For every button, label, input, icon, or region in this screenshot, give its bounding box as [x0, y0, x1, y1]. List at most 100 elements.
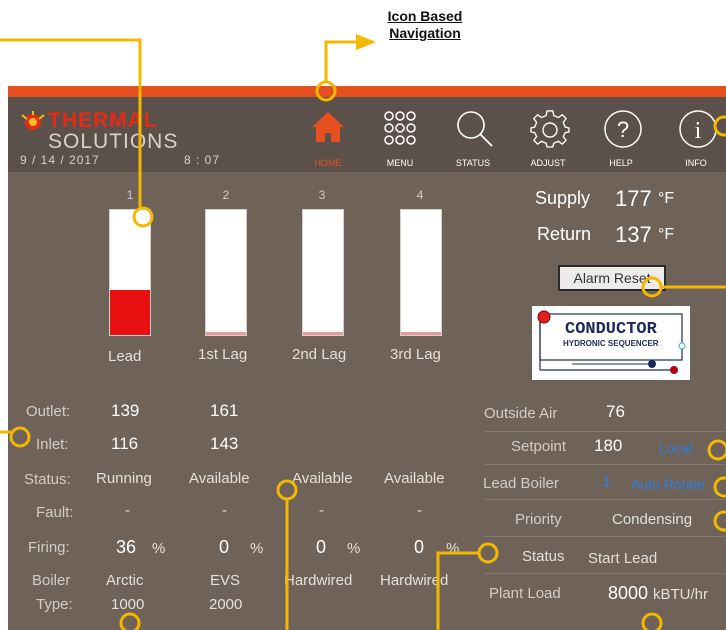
percent-sign: % — [347, 540, 361, 557]
nav-help-button[interactable]: ? HELP — [586, 97, 656, 172]
divider — [484, 499, 726, 500]
nav-status-button[interactable]: STATUS — [438, 97, 508, 172]
callout-line — [324, 40, 356, 82]
divider — [484, 573, 726, 574]
outlet-temp: 161 — [210, 401, 239, 420]
plant-load-label: Plant Load — [489, 585, 561, 602]
boiler-status: Available — [189, 470, 250, 487]
boiler-status: Available — [292, 470, 353, 487]
gear-icon — [530, 110, 570, 148]
inlet-temp: 116 — [111, 434, 139, 453]
divider — [484, 536, 726, 537]
lead-rotation-mode[interactable]: Auto Rotate — [631, 476, 705, 492]
outlet-temp: 139 — [111, 401, 140, 420]
boiler-role: 3rd Lag — [390, 346, 441, 363]
divider — [484, 431, 726, 432]
boiler-number: 1 — [126, 188, 134, 202]
boiler-type: EVS — [210, 572, 241, 589]
nav-help-label: HELP — [609, 158, 633, 168]
tank-base — [206, 332, 246, 335]
inlet-temp: 143 — [210, 434, 239, 453]
plant-status-value: Start Lead — [588, 550, 658, 567]
boiler-fault: - — [222, 502, 227, 519]
home-icon — [312, 112, 344, 142]
boiler-number: 2 — [222, 188, 230, 202]
boiler-number: 3 — [318, 188, 326, 202]
boiler-type-label: Boiler — [32, 572, 71, 589]
percent-sign: % — [250, 540, 264, 557]
boiler-model: 1000 — [111, 596, 145, 613]
priority-value: Condensing — [612, 511, 693, 528]
firing-rate: 0 — [316, 537, 327, 557]
lead-boiler-value[interactable]: 1 — [602, 473, 611, 491]
boiler-status: Available — [384, 470, 445, 487]
magnifier-icon — [457, 111, 493, 147]
boiler-fault: - — [319, 502, 324, 519]
nav-status-label: STATUS — [455, 158, 491, 168]
plant-status-label: Status — [522, 548, 565, 565]
outside-air-temp: 76 — [606, 402, 625, 421]
alarm-reset-button[interactable]: Alarm Reset — [558, 265, 666, 291]
setpoint-value: 180 — [594, 436, 623, 455]
plant-load-value: 8000 — [608, 583, 649, 603]
boiler-model: 2000 — [209, 596, 243, 613]
flame-logo-icon — [21, 111, 45, 130]
conductor-logo: CONDUCTOR HYDRONIC SEQUENCER — [532, 306, 690, 380]
tank-base — [401, 332, 441, 335]
conductor-logo-graphic: CONDUCTOR HYDRONIC SEQUENCER — [537, 310, 686, 374]
thermal-solutions-logo: THERMAL SOLUTIONS — [20, 109, 220, 153]
outside-air-label: Outside Air — [484, 405, 558, 422]
boiler-firing-bar[interactable] — [205, 209, 247, 336]
firing-fill — [110, 290, 150, 335]
svg-text:?: ? — [617, 117, 629, 142]
firing-label: Firing: — [28, 539, 70, 556]
boiler-firing-bar[interactable] — [400, 209, 442, 336]
boiler-number: 4 — [416, 188, 424, 202]
nav-home-label: HOME — [314, 158, 342, 168]
nav-adjust-button[interactable]: ADJUST — [513, 97, 583, 172]
boiler-role: Lead — [108, 348, 142, 365]
fault-label: Fault: — [36, 504, 74, 521]
callout-title-line2: Navigation — [389, 25, 461, 41]
lead-boiler-label: Lead Boiler — [483, 475, 559, 492]
boiler-fault: - — [417, 502, 422, 519]
boiler-type: Hardwired — [380, 572, 449, 589]
nav-home-button[interactable]: HOME — [293, 97, 363, 172]
outlet-label: Outlet: — [26, 403, 71, 420]
nav-info-button[interactable]: i INFO — [661, 97, 726, 172]
time-display: 8 : 07 — [184, 153, 221, 167]
boiler-firing-bar[interactable] — [109, 209, 151, 336]
priority-label: Priority — [515, 511, 562, 528]
percent-sign: % — [152, 540, 166, 557]
setpoint-label: Setpoint — [511, 438, 567, 455]
inlet-label: Inlet: — [36, 436, 69, 453]
return-label: Return — [537, 224, 592, 244]
info-icon: i — [679, 110, 717, 148]
nav-info-label: INFO — [685, 158, 707, 168]
return-unit: °F — [658, 226, 675, 243]
boiler-type: Arctic — [106, 572, 144, 589]
help-icon: ? — [604, 110, 642, 148]
boiler-status: Running — [96, 470, 152, 487]
supply-label: Supply — [535, 188, 591, 208]
boiler-type: Hardwired — [284, 572, 353, 589]
firing-rate: 0 — [219, 537, 230, 557]
divider — [484, 464, 726, 465]
firing-rate: 36 — [116, 537, 137, 557]
type-label: Type: — [36, 596, 73, 613]
tank-base — [303, 332, 343, 335]
boiler-role: 2nd Lag — [292, 346, 347, 363]
setpoint-mode[interactable]: Local — [659, 440, 692, 456]
nav-menu-button[interactable]: MENU — [365, 97, 435, 172]
boiler-fault: - — [125, 502, 130, 519]
date-display: 9 / 14 / 2017 — [20, 153, 100, 167]
boiler-firing-bar[interactable] — [302, 209, 344, 336]
return-temp: 137 — [615, 222, 652, 247]
percent-sign: % — [446, 540, 460, 557]
nav-adjust-label: ADJUST — [530, 158, 566, 168]
supply-temp: 177 — [615, 186, 652, 211]
hmi-panel: THERMAL SOLUTIONS 9 / 14 / 2017 8 : 07 H… — [8, 86, 726, 630]
svg-text:i: i — [695, 118, 702, 144]
status-label: Status: — [24, 471, 71, 488]
nav-menu-label: MENU — [386, 158, 414, 168]
